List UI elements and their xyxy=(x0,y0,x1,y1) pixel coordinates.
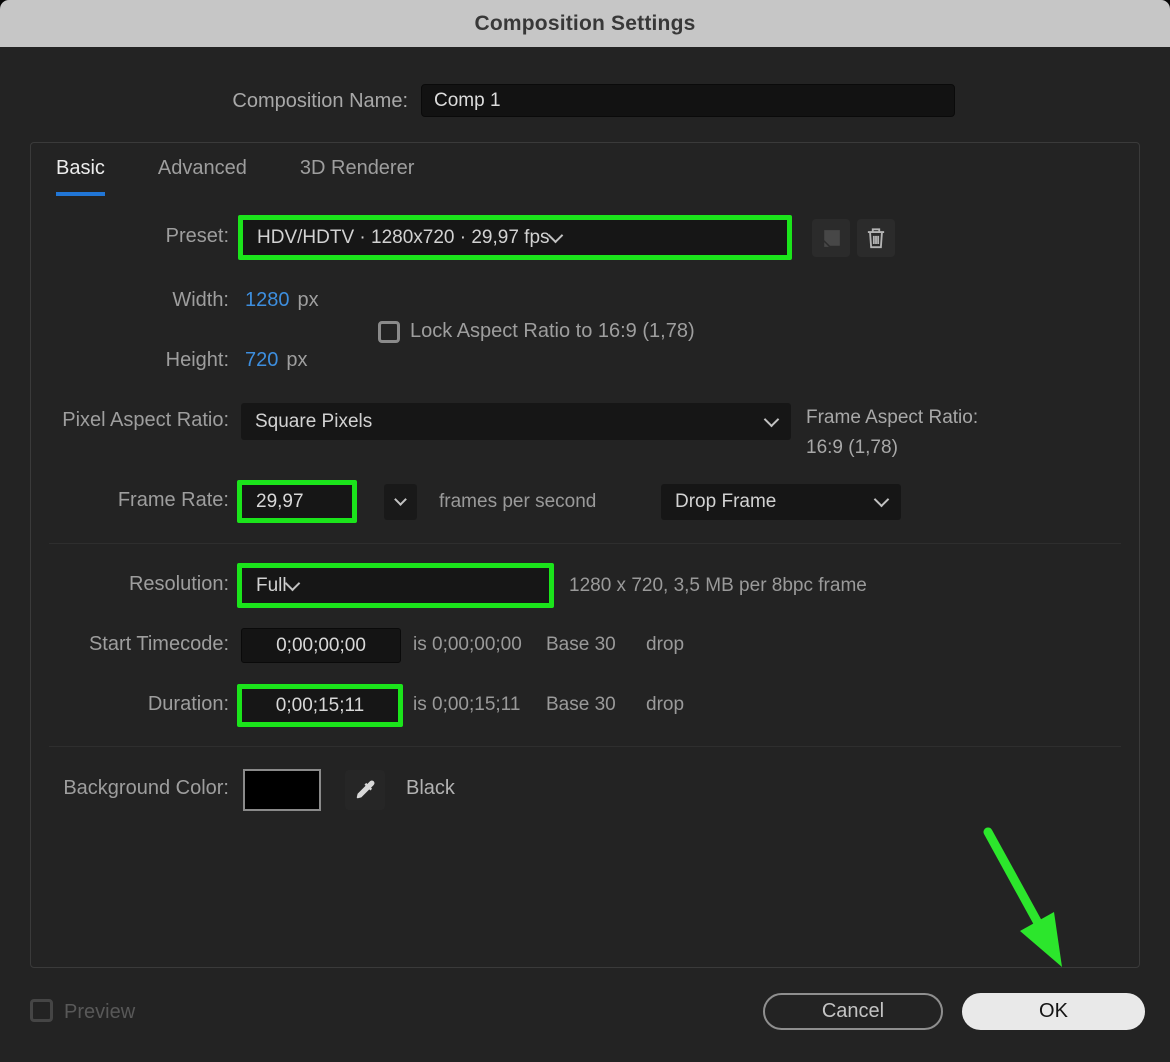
composition-name-label: Composition Name: xyxy=(0,90,408,113)
resolution-dropdown[interactable]: Full xyxy=(242,568,549,603)
dialog-titlebar: Composition Settings xyxy=(0,0,1170,47)
settings-panel: Basic Advanced 3D Renderer Preset: HDV/H… xyxy=(30,142,1140,968)
eyedropper-icon xyxy=(353,778,377,802)
section-divider xyxy=(49,543,1121,544)
preview-checkbox[interactable] xyxy=(30,999,53,1022)
tab-3d-renderer[interactable]: 3D Renderer xyxy=(300,157,415,196)
drop-frame-dropdown[interactable]: Drop Frame xyxy=(661,484,901,520)
pixel-aspect-value: Square Pixels xyxy=(255,411,766,433)
lock-aspect-label: Lock Aspect Ratio to 16:9 (1,78) xyxy=(410,320,695,343)
delete-preset-button[interactable] xyxy=(857,219,895,257)
background-color-swatch[interactable] xyxy=(243,769,321,811)
chevron-down-icon xyxy=(764,411,780,427)
preset-dropdown[interactable]: HDV/HDTV · 1280x720 · 29,97 fps xyxy=(243,220,787,255)
start-timecode-base: Base 30 xyxy=(546,634,616,656)
height-value-row: 720 px xyxy=(245,349,308,372)
pixel-aspect-label: Pixel Aspect Ratio: xyxy=(31,409,229,432)
frames-per-second-label: frames per second xyxy=(439,491,596,513)
trash-icon xyxy=(863,225,889,251)
start-timecode-label: Start Timecode: xyxy=(31,633,229,656)
eyedropper-button[interactable] xyxy=(345,770,385,810)
drop-frame-value: Drop Frame xyxy=(675,491,876,513)
background-color-label: Background Color: xyxy=(31,777,229,800)
chevron-down-icon xyxy=(394,493,407,506)
frame-rate-label: Frame Rate: xyxy=(31,489,229,512)
section-divider xyxy=(49,746,1121,747)
lock-aspect-checkbox[interactable] xyxy=(378,321,400,343)
duration-highlight xyxy=(237,684,403,727)
width-unit: px xyxy=(298,289,319,311)
composition-settings-dialog: Composition Settings Composition Name: B… xyxy=(0,0,1170,1062)
start-timecode-is: is 0;00;00;00 xyxy=(413,634,522,656)
width-value[interactable]: 1280 xyxy=(245,289,290,311)
pixel-aspect-dropdown[interactable]: Square Pixels xyxy=(241,403,791,440)
height-label: Height: xyxy=(31,349,229,372)
frame-rate-highlight xyxy=(237,480,357,523)
background-color-value: Black xyxy=(406,777,455,800)
height-value[interactable]: 720 xyxy=(245,349,278,371)
start-timecode-input[interactable] xyxy=(241,628,401,663)
frame-rate-preset-button[interactable] xyxy=(384,484,417,520)
duration-label: Duration: xyxy=(31,693,229,716)
frame-rate-input[interactable] xyxy=(242,485,352,518)
tab-advanced[interactable]: Advanced xyxy=(158,157,247,196)
duration-drop: drop xyxy=(646,694,684,716)
resolution-info: 1280 x 720, 3,5 MB per 8bpc frame xyxy=(569,575,867,597)
width-label: Width: xyxy=(31,289,229,312)
resolution-label: Resolution: xyxy=(31,573,229,596)
frame-aspect-label: Frame Aspect Ratio: xyxy=(806,407,978,429)
duration-input[interactable] xyxy=(242,689,398,722)
start-timecode-drop: drop xyxy=(646,634,684,656)
frame-aspect-value: 16:9 (1,78) xyxy=(806,437,898,459)
tab-bar: Basic Advanced 3D Renderer xyxy=(56,157,414,196)
height-unit: px xyxy=(286,349,307,371)
duration-is: is 0;00;15;11 xyxy=(413,694,520,716)
chevron-down-icon xyxy=(874,492,890,508)
preset-value: HDV/HDTV · 1280x720 · 29,97 fps xyxy=(257,227,550,249)
resolution-value: Full xyxy=(256,575,287,597)
width-value-row: 1280 px xyxy=(245,289,319,312)
tab-basic[interactable]: Basic xyxy=(56,157,105,196)
cancel-button[interactable]: Cancel xyxy=(763,993,943,1030)
dialog-title: Composition Settings xyxy=(475,12,696,36)
chevron-down-icon xyxy=(284,575,300,591)
chevron-down-icon xyxy=(547,227,563,243)
lock-aspect-row: Lock Aspect Ratio to 16:9 (1,78) xyxy=(378,320,695,343)
save-preset-button[interactable] xyxy=(812,219,850,257)
composition-name-input[interactable] xyxy=(421,84,955,117)
save-preset-icon xyxy=(819,226,844,251)
preset-label: Preset: xyxy=(31,225,229,248)
preset-highlight: HDV/HDTV · 1280x720 · 29,97 fps xyxy=(238,215,792,260)
ok-button[interactable]: OK xyxy=(962,993,1145,1030)
preview-label: Preview xyxy=(64,1001,135,1024)
duration-base: Base 30 xyxy=(546,694,616,716)
resolution-highlight: Full xyxy=(237,563,554,608)
